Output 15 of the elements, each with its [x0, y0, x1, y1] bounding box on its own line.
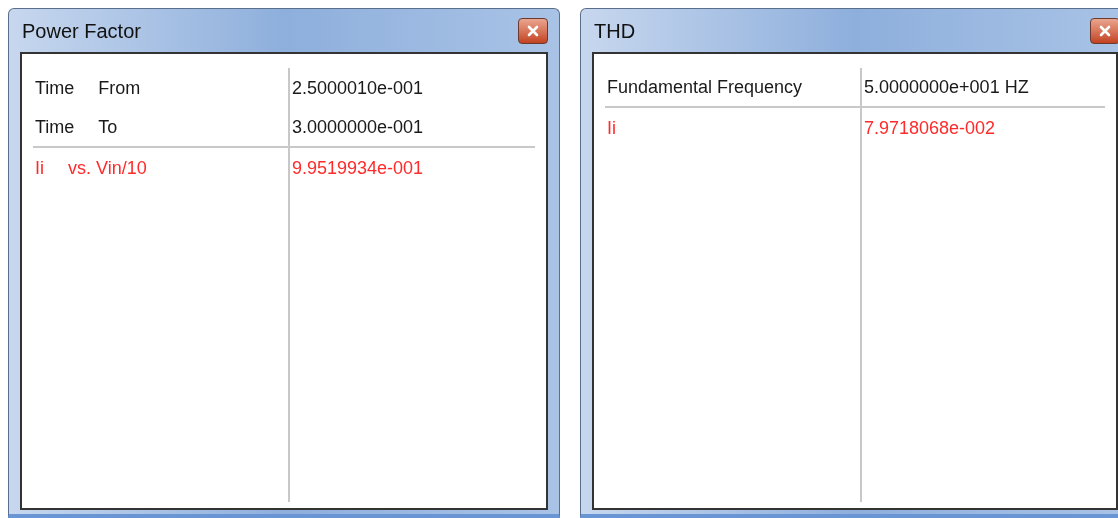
row-label: Ii: [35, 156, 44, 180]
window-title: Power Factor: [21, 18, 141, 44]
row-value: 5.0000000e+001 HZ: [864, 75, 1029, 99]
row-label: vs. Vin/10: [68, 156, 147, 180]
row-label: From: [98, 76, 141, 100]
row-label: Time: [35, 115, 75, 139]
row-value: 2.5000010e-001: [292, 76, 424, 100]
row-label: Fundamental Frequency: [607, 75, 803, 99]
row-label: Ii: [607, 116, 616, 140]
row-value: 3.0000000e-001: [292, 115, 424, 139]
row-label: To: [98, 115, 118, 139]
row-value: 9.9519934e-001: [292, 156, 424, 180]
row-value: 7.9718068e-002: [864, 116, 996, 140]
row-label: Time: [35, 76, 75, 100]
window-title: THD: [593, 18, 636, 44]
